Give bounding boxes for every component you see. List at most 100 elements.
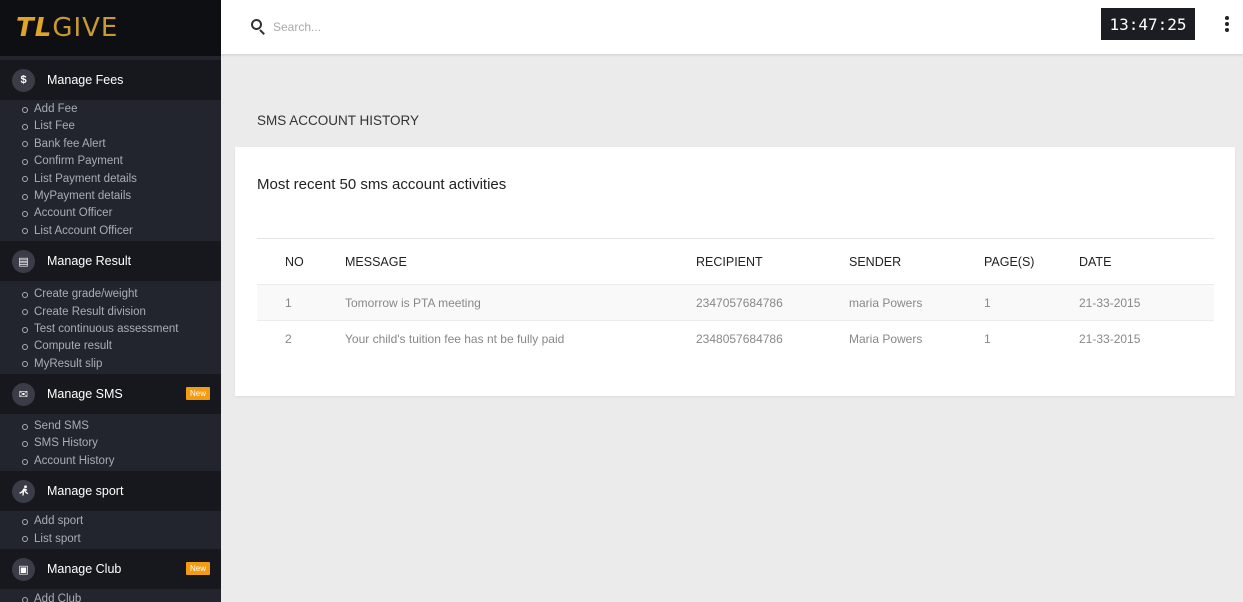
- circle-icon: [22, 309, 28, 316]
- cell-message: Tomorrow is PTA meeting: [345, 295, 481, 310]
- submenu-label: MyPayment details: [34, 189, 132, 202]
- submenu-label: Bank fee Alert: [34, 137, 106, 150]
- new-badge: New: [185, 562, 210, 576]
- submenu-label: List sport: [34, 532, 81, 545]
- table-header-row: NO MESSAGE RECIPIENT SENDER PAGE(S) DATE: [257, 238, 1214, 285]
- search-icon[interactable]: [251, 19, 267, 35]
- circle-icon: [22, 536, 28, 543]
- menu-manage-sms[interactable]: ✉ Manage SMS New: [0, 374, 221, 415]
- submenu-list-payment-details[interactable]: List Payment details: [22, 171, 221, 188]
- submenu-account-history[interactable]: Account History: [22, 453, 221, 470]
- search-input[interactable]: [273, 20, 573, 34]
- column-header-date[interactable]: DATE: [1079, 239, 1214, 285]
- submenu-account-officer[interactable]: Account Officer: [22, 205, 221, 222]
- page-title: SMS ACCOUNT HISTORY: [257, 113, 420, 128]
- menu-title: Manage sport: [47, 484, 124, 499]
- circle-icon: [22, 124, 28, 131]
- circle-icon: [22, 193, 28, 200]
- cell-message: Your child's tuition fee has nt be fully…: [345, 331, 565, 346]
- table-row[interactable]: 2 Your child's tuition fee has nt be ful…: [257, 320, 1214, 357]
- cell-sender: Maria Powers: [849, 331, 923, 346]
- runner-icon: [12, 479, 35, 503]
- submenu-confirm-payment[interactable]: Confirm Payment: [22, 153, 221, 170]
- submenu-compute-result[interactable]: Compute result: [22, 338, 221, 355]
- menu-title: Manage SMS: [47, 387, 123, 402]
- submenu-label: MyResult slip: [34, 357, 103, 370]
- submenu-label: Add sport: [34, 515, 84, 528]
- history-card: Most recent 50 sms account activities NO…: [235, 147, 1235, 396]
- circle-icon: [22, 458, 28, 465]
- circle-icon: [22, 441, 28, 448]
- submenu-list-sport[interactable]: List sport: [22, 531, 221, 548]
- circle-icon: [22, 596, 28, 602]
- submenu-add-sport[interactable]: Add sport: [22, 513, 221, 530]
- submenu-test-ca[interactable]: Test continuous assessment: [22, 321, 221, 338]
- submenu-send-sms[interactable]: Send SMS: [22, 418, 221, 435]
- cell-date: 21-33-2015: [1079, 331, 1141, 346]
- circle-icon: [22, 291, 28, 298]
- cell-pages: 1: [984, 295, 991, 310]
- circle-icon: [22, 326, 28, 333]
- column-header-message[interactable]: MESSAGE: [345, 239, 696, 285]
- logo-part2: GIVE: [52, 13, 119, 43]
- table-row[interactable]: 1 Tomorrow is PTA meeting 2347057684786 …: [257, 284, 1214, 321]
- submenu-label: Add Fee: [34, 103, 78, 115]
- column-header-recipient[interactable]: RECIPIENT: [696, 239, 849, 285]
- circle-icon: [22, 518, 28, 525]
- submenu-label: Create Result division: [34, 305, 146, 318]
- app-logo[interactable]: TLGIVE: [0, 0, 221, 56]
- circle-icon: [22, 176, 28, 183]
- column-header-sender[interactable]: SENDER: [849, 239, 984, 285]
- circle-icon: [22, 211, 28, 218]
- submenu-bank-fee-alert[interactable]: Bank fee Alert: [22, 136, 221, 153]
- sidebar: TLGIVE $ Manage Fees Add Fee List Fee Ba…: [0, 0, 221, 602]
- submenu-label: Confirm Payment: [34, 155, 123, 168]
- submenu-create-grade[interactable]: Create grade/weight: [22, 286, 221, 303]
- card-title: Most recent 50 sms account activities: [257, 176, 507, 193]
- sms-history-table: NO MESSAGE RECIPIENT SENDER PAGE(S) DATE…: [257, 238, 1214, 357]
- column-header-no[interactable]: NO: [257, 239, 345, 285]
- submenu-sms-history[interactable]: SMS History: [22, 435, 221, 452]
- menu-title: Manage Fees: [47, 73, 124, 87]
- menu-manage-sport[interactable]: Manage sport: [0, 471, 221, 512]
- circle-icon: [22, 423, 28, 430]
- circle-icon: [22, 106, 28, 113]
- more-options-icon[interactable]: [1225, 16, 1229, 32]
- clock-display: 13:47:25: [1101, 8, 1195, 40]
- menu-manage-fees[interactable]: $ Manage Fees: [0, 60, 221, 100]
- submenu-create-result-division[interactable]: Create Result division: [22, 304, 221, 321]
- dollar-icon: $: [12, 68, 35, 92]
- cell-no: 2: [285, 331, 292, 346]
- circle-icon: [22, 141, 28, 148]
- submenu-myresult-slip[interactable]: MyResult slip: [22, 356, 221, 373]
- club-icon: ▣: [12, 557, 35, 581]
- cell-recipient: 2347057684786: [696, 295, 783, 310]
- cell-recipient: 2348057684786: [696, 331, 783, 346]
- submenu-label: Create grade/weight: [34, 288, 138, 301]
- menu-manage-result[interactable]: ▤ Manage Result: [0, 241, 221, 282]
- cell-no: 1: [285, 295, 292, 310]
- menu-manage-club[interactable]: ▣ Manage Club New: [0, 549, 221, 590]
- submenu-label: Test continuous assessment: [34, 322, 179, 335]
- submenu-label: Send SMS: [34, 420, 89, 433]
- submenu-label: Account History: [34, 454, 115, 467]
- submenu-mypayment-details[interactable]: MyPayment details: [22, 188, 221, 205]
- submenu-label: List Account Officer: [34, 224, 133, 237]
- logo-part1: TL: [16, 13, 53, 43]
- submenu-label: List Payment details: [34, 172, 137, 185]
- circle-icon: [22, 361, 28, 368]
- submenu-label: Add Club: [34, 593, 82, 602]
- submenu-list-account-officer[interactable]: List Account Officer: [22, 223, 221, 240]
- submenu-label: Account Officer: [34, 207, 113, 220]
- new-badge: New: [185, 387, 210, 401]
- submenu-label: List Fee: [34, 120, 75, 133]
- submenu-list-fee[interactable]: List Fee: [22, 118, 221, 135]
- submenu-label: Compute result: [34, 340, 112, 353]
- submenu-add-club[interactable]: Add Club: [22, 591, 221, 602]
- envelope-icon: ✉: [12, 382, 35, 406]
- circle-icon: [22, 343, 28, 350]
- cell-date: 21-33-2015: [1079, 295, 1141, 310]
- circle-icon: [22, 228, 28, 235]
- submenu-add-fee[interactable]: Add Fee: [22, 101, 221, 118]
- column-header-pages[interactable]: PAGE(S): [984, 239, 1079, 285]
